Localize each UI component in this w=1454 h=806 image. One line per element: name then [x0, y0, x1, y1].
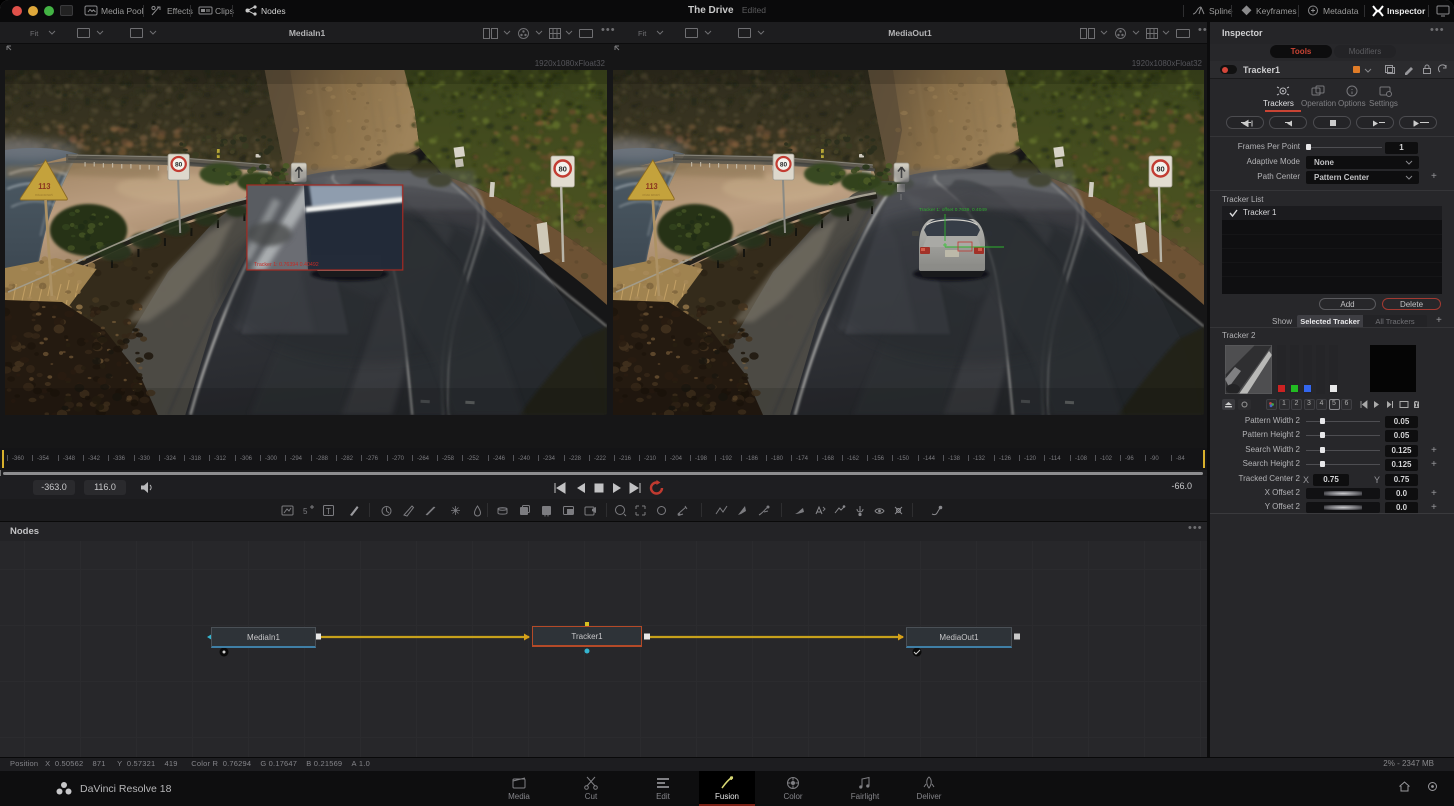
- svg-text:ROAD BENDS: ROAD BENDS: [35, 193, 53, 197]
- svg-text:ROAD BENDS: ROAD BENDS: [642, 193, 660, 197]
- svg-text:5: 5: [303, 507, 308, 516]
- svg-text:Tracker 1: 0.76394 0.40492: Tracker 1: 0.76394 0.40492: [254, 262, 319, 268]
- svg-text:113: 113: [38, 182, 51, 191]
- svg-text:Tracker 1: offset 0.7639, 0.40: Tracker 1: offset 0.7639, 0.4049: [919, 207, 987, 213]
- svg-text:80: 80: [558, 165, 566, 174]
- svg-text:113: 113: [645, 182, 658, 192]
- svg-text:T: T: [326, 507, 331, 516]
- svg-text:80: 80: [175, 162, 183, 169]
- svg-text:80: 80: [780, 162, 788, 169]
- svg-text:80: 80: [1156, 165, 1164, 174]
